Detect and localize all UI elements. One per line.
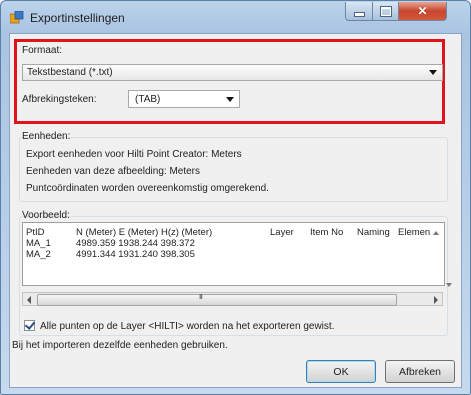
title-bar[interactable]: Exportinstellingen ✕ <box>1 1 470 35</box>
scroll-up-icon[interactable] <box>433 231 439 235</box>
maximize-icon <box>380 6 391 16</box>
table-row-values: 4991.344 1931.240 398.305 <box>76 249 195 260</box>
minimize-icon <box>353 11 365 17</box>
scrollbar-grip: III <box>199 294 203 301</box>
column-header-item-no: Item No <box>310 227 344 238</box>
cancel-button[interactable]: Afbreken <box>385 360 455 383</box>
close-button[interactable]: ✕ <box>398 2 447 21</box>
maximize-button[interactable] <box>372 2 399 21</box>
scroll-down-icon[interactable] <box>446 283 452 287</box>
window-title: Exportinstellingen <box>30 11 125 25</box>
table-row-id: MA_2 <box>26 249 51 260</box>
delete-points-label[interactable]: Alle punten op de Layer <HILTI> worden n… <box>40 321 334 332</box>
chevron-down-icon <box>429 70 437 75</box>
format-highlight-frame <box>14 39 445 124</box>
checkmark-icon <box>24 319 36 330</box>
ok-button[interactable]: OK <box>306 360 376 383</box>
app-icon <box>10 11 24 24</box>
export-settings-window: Exportinstellingen ✕ Formaat: Tekstbesta… <box>0 0 471 395</box>
import-note: Bij het importeren dezelfde eenheden geb… <box>12 340 228 351</box>
horizontal-scrollbar[interactable]: III <box>22 292 443 306</box>
units-convert-line: Puntcoördinaten worden overeenkomstig om… <box>26 183 269 194</box>
table-row-values: 4989.359 1938.244 398.372 <box>76 238 195 249</box>
preview-grid[interactable]: PtID N (Meter) E (Meter) H(z) (Meter) La… <box>22 222 445 286</box>
column-header-elemen: Elemen <box>398 227 431 238</box>
scroll-right-icon[interactable] <box>434 296 438 304</box>
minimize-button[interactable] <box>345 2 373 21</box>
separator-select[interactable]: (TAB) <box>128 90 240 108</box>
units-image-line: Eenheden van deze afbeelding: Meters <box>26 166 201 177</box>
column-header-layer: Layer <box>270 227 294 238</box>
separator-label: Afbrekingsteken: <box>22 94 97 105</box>
format-select[interactable]: Tekstbestand (*.txt) <box>22 64 443 81</box>
scroll-left-icon[interactable] <box>27 296 31 304</box>
separator-select-value: (TAB) <box>135 93 161 105</box>
column-header-ptid: PtID <box>26 227 45 238</box>
chevron-down-icon <box>226 96 234 102</box>
close-icon: ✕ <box>417 4 428 18</box>
table-row-id: MA_1 <box>26 238 51 249</box>
scrollbar-thumb[interactable] <box>37 294 397 306</box>
format-label: Formaat: <box>22 45 63 56</box>
preview-heading: Voorbeeld: <box>22 210 70 221</box>
column-header-naming: Naming <box>357 227 390 238</box>
dialog-content: Formaat: Tekstbestand (*.txt) Afbrekings… <box>9 33 462 388</box>
units-export-line: Export eenheden voor Hilti Point Creator… <box>26 149 242 160</box>
format-select-value: Tekstbestand (*.txt) <box>27 67 113 78</box>
units-heading: Eenheden: <box>22 131 71 142</box>
column-header-coordinates: N (Meter) E (Meter) H(z) (Meter) <box>76 227 213 238</box>
delete-points-checkbox[interactable] <box>24 319 36 331</box>
